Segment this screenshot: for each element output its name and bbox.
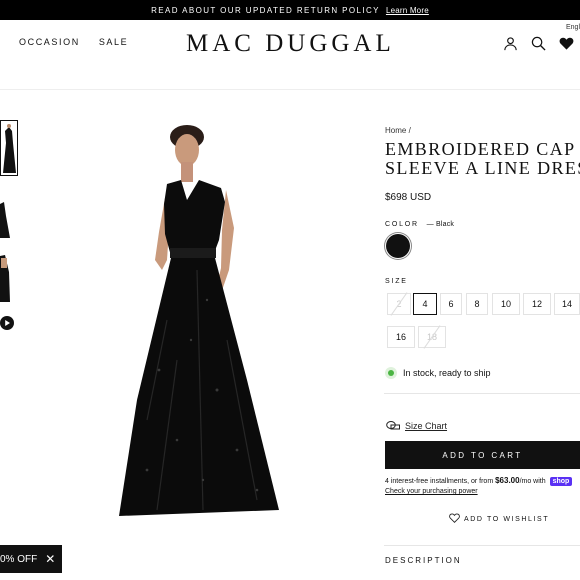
divider [384, 545, 580, 546]
divider [384, 393, 580, 394]
heart-icon[interactable] [559, 36, 574, 51]
description-accordion[interactable]: DESCRIPTION [385, 556, 462, 565]
stock-status: In stock, ready to ship [388, 368, 491, 378]
stock-text: In stock, ready to ship [403, 368, 491, 378]
size-option-8[interactable]: 8 [466, 293, 488, 315]
header-icons [503, 36, 574, 51]
nav-item-occasion[interactable]: OCCASION [19, 37, 80, 47]
promo-banner[interactable]: 0% OFF ✕ [0, 545, 62, 573]
video-play-icon[interactable] [0, 316, 14, 330]
header-divider [0, 89, 580, 90]
heart-outline-icon [449, 513, 460, 525]
product-image[interactable] [107, 120, 293, 526]
language-selector[interactable]: Engl [566, 24, 580, 31]
thumbnail-2[interactable] [0, 186, 16, 240]
size-option-2[interactable]: 2 [387, 293, 411, 315]
product-title-line-1: EMBROIDERED CAP [385, 139, 576, 159]
wishlist-text: ADD TO WISHLIST [464, 515, 550, 523]
color-selected: — Black [426, 221, 455, 228]
brand-logo[interactable]: MAC DUGGAL [186, 30, 395, 58]
size-option-6[interactable]: 6 [440, 293, 462, 315]
color-label: COLOR — Black [385, 221, 454, 228]
add-to-wishlist-button[interactable]: ADD TO WISHLIST [449, 513, 549, 525]
search-icon[interactable] [531, 36, 546, 51]
announcement-text: READ ABOUT OUR UPDATED RETURN POLICY [151, 5, 380, 15]
size-chart-text: Size Chart [405, 421, 448, 431]
account-icon[interactable] [503, 36, 518, 51]
thumbnail-1[interactable] [0, 120, 18, 176]
size-option-12[interactable]: 12 [523, 293, 551, 315]
size-option-16[interactable]: 16 [387, 326, 415, 348]
close-icon[interactable]: ✕ [45, 552, 55, 566]
shop-pay-logo: shop [549, 477, 573, 486]
color-swatch-black[interactable] [386, 234, 410, 258]
size-option-14[interactable]: 14 [554, 293, 580, 315]
size-chart-link[interactable]: Size Chart [386, 420, 447, 432]
size-option-10[interactable]: 10 [492, 293, 520, 315]
color-label-text: COLOR [385, 221, 419, 228]
ruler-icon [386, 420, 400, 432]
announcement-bar: READ ABOUT OUR UPDATED RETURN POLICY Lea… [0, 0, 580, 20]
installments-amount: $63.00 [495, 476, 520, 485]
learn-more-link[interactable]: Learn More [386, 6, 429, 15]
check-purchasing-power-link[interactable]: Check your purchasing power [385, 488, 478, 495]
nav-item-sale[interactable]: SALE [99, 37, 128, 47]
stock-dot-icon [388, 370, 394, 376]
installments-pre: 4 interest-free installments, or from [385, 478, 496, 485]
main-nav: OCCASION SALE [19, 37, 128, 47]
promo-text: 0% OFF [0, 553, 38, 565]
installments-text: 4 interest-free installments, or from $6… [385, 476, 573, 486]
installments-post: /mo with [519, 478, 546, 485]
breadcrumb[interactable]: Home / [385, 126, 411, 135]
product-price: $698 USD [385, 192, 432, 203]
size-option-4[interactable]: 4 [413, 293, 437, 315]
thumbnail-3[interactable] [0, 252, 16, 306]
product-title: EMBROIDERED CAP SLEEVE A LINE DRESS [385, 140, 580, 178]
size-option-18[interactable]: 18 [418, 326, 446, 348]
product-title-line-2: SLEEVE A LINE DRESS [385, 158, 580, 178]
add-to-cart-button[interactable]: ADD TO CART [385, 441, 580, 469]
size-label: SIZE [385, 278, 408, 285]
